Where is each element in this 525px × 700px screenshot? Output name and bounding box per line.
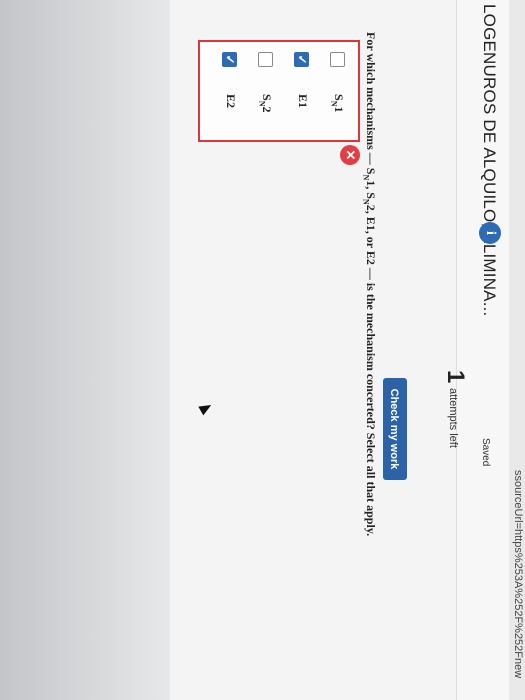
url-text: ssourceUrl=https%253A%252F%252Fnew xyxy=(512,470,524,679)
check-my-work-button[interactable]: Check my work xyxy=(383,378,407,480)
option-sn1[interactable]: SN1 xyxy=(324,52,350,132)
option-e1[interactable]: ✓ E1 xyxy=(288,52,314,132)
option-label: E2 xyxy=(224,94,238,109)
attempts-count: 1 xyxy=(442,370,469,384)
option-sn2[interactable]: SN2 xyxy=(252,52,278,132)
attempts-toolbar: 1 attempts left xyxy=(433,370,469,520)
assignment-header: LOGENUROS DE ALQUILO, ELIMINA... i Saved xyxy=(456,0,509,700)
question-text: For which mechanisms — SN1, SN2, E1, or … xyxy=(361,32,378,537)
attempts-label: attempts left xyxy=(447,388,459,448)
answer-options: SN1 ✓ E1 SN2 ✓ E2 xyxy=(198,40,360,142)
checkbox-checked-icon[interactable]: ✓ xyxy=(294,52,309,67)
assignment-title: LOGENUROS DE ALQUILO, ELIMINA... xyxy=(480,4,499,317)
option-e2[interactable]: ✓ E2 xyxy=(216,52,242,132)
checkbox-unchecked[interactable] xyxy=(258,52,273,67)
mouse-cursor-icon xyxy=(198,400,214,416)
option-label: E1 xyxy=(296,94,310,109)
page-content: ssourceUrl=https%253A%252F%252Fnew LOGEN… xyxy=(0,0,525,700)
info-icon[interactable]: i xyxy=(479,222,501,244)
saved-status: Saved xyxy=(480,438,491,467)
checkbox-unchecked[interactable] xyxy=(330,52,345,67)
option-label: SN2 xyxy=(257,94,274,113)
option-label: SN1 xyxy=(329,94,346,113)
browser-url-bar[interactable]: ssourceUrl=https%253A%252F%252Fnew xyxy=(509,0,525,700)
incorrect-icon: ✕ xyxy=(340,145,360,165)
page-background xyxy=(0,0,170,700)
checkbox-checked-icon[interactable]: ✓ xyxy=(222,52,237,67)
